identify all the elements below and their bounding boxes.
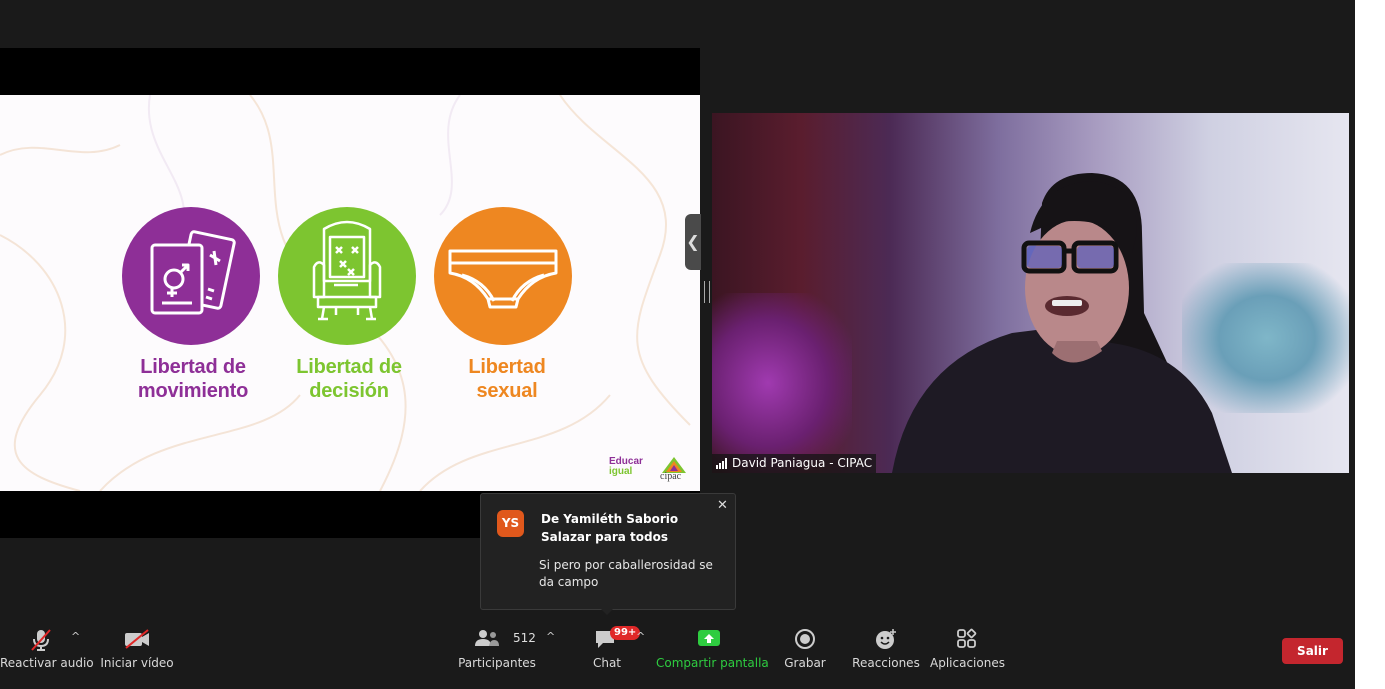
- participant-name-tag: David Paniagua - CIPAC: [712, 454, 877, 473]
- educar-igual-logo: Educar igual: [609, 457, 643, 477]
- share-screen-button[interactable]: Compartir pantalla: [656, 620, 769, 689]
- participant-video[interactable]: [712, 113, 1349, 473]
- shared-screen: Libertad de movimiento Libertad de decis…: [0, 48, 700, 538]
- audio-options-caret-icon[interactable]: ^: [71, 630, 80, 643]
- logo-text: igual: [609, 466, 633, 477]
- unmute-button[interactable]: Reactivar audio: [0, 620, 94, 689]
- participants-label: Participantes: [458, 656, 536, 670]
- notification-message: Si pero por caballerosidad se da campo: [539, 558, 713, 589]
- decision-label: Libertad de decisión: [264, 355, 434, 403]
- split-drag-handle[interactable]: [704, 281, 710, 303]
- share-screen-icon: [698, 630, 720, 646]
- reactions-button[interactable]: Reacciones: [852, 620, 920, 689]
- passport-icon: [150, 230, 236, 315]
- record-icon: [795, 629, 815, 649]
- video-off-icon: [125, 629, 149, 649]
- participants-caret-icon[interactable]: ^: [546, 630, 555, 643]
- decision-circle: [278, 207, 416, 345]
- record-label: Grabar: [784, 656, 826, 670]
- notification-tail: [599, 607, 615, 615]
- sexual-circle: [434, 207, 572, 345]
- share-screen-label: Compartir pantalla: [656, 656, 769, 670]
- record-button[interactable]: Grabar: [782, 620, 828, 689]
- reactions-label: Reacciones: [852, 656, 920, 670]
- label-line: decisión: [309, 380, 389, 402]
- label-line: Libertad de: [140, 356, 246, 378]
- apps-button[interactable]: Aplicaciones: [930, 620, 1005, 689]
- close-icon[interactable]: ✕: [717, 498, 728, 513]
- sexual-label: Libertad sexual: [422, 355, 592, 403]
- sender-avatar: YS: [497, 510, 524, 537]
- participants-count: 512: [513, 631, 536, 645]
- throne-icon: [312, 220, 382, 321]
- start-video-label: Iniciar vídeo: [100, 656, 174, 670]
- reactions-icon: [876, 629, 896, 649]
- meeting-toolbar: Reactivar audio ^ Iniciar vídeo Particip…: [0, 620, 1355, 689]
- participant-name: David Paniagua - CIPAC: [732, 456, 873, 470]
- chat-caret-icon[interactable]: ^: [636, 630, 645, 643]
- apps-label: Aplicaciones: [930, 656, 1005, 670]
- label-line: movimiento: [137, 380, 249, 402]
- collapse-panel-button[interactable]: ❮: [685, 214, 701, 270]
- underwear-icon: [448, 249, 558, 309]
- participant-image: [892, 173, 1232, 473]
- presentation-slide: Libertad de movimiento Libertad de decis…: [0, 95, 700, 491]
- movement-label: Libertad de movimiento: [108, 355, 278, 403]
- participants-icon: [475, 630, 499, 646]
- chat-notification[interactable]: YS De Yamiléth Saborio Salazar para todo…: [480, 493, 736, 615]
- cipac-logo-text: cipac: [660, 471, 682, 482]
- chat-label: Chat: [592, 656, 622, 670]
- notification-title: De Yamiléth Saborio Salazar para todos: [541, 512, 679, 544]
- meeting-stage: Libertad de movimiento Libertad de decis…: [0, 0, 1355, 620]
- leave-meeting-button[interactable]: Salir: [1282, 638, 1343, 664]
- start-video-button[interactable]: Iniciar vídeo: [98, 620, 176, 689]
- label-line: Libertad de: [296, 356, 402, 378]
- apps-icon: [957, 628, 977, 648]
- window-edge: [1355, 0, 1385, 689]
- muted-mic-icon: [31, 629, 51, 651]
- signal-strength-icon: [716, 458, 727, 469]
- label-line: sexual: [476, 380, 538, 402]
- unmute-label: Reactivar audio: [0, 656, 94, 670]
- movement-circle: [122, 207, 260, 345]
- label-line: Libertad: [468, 356, 546, 378]
